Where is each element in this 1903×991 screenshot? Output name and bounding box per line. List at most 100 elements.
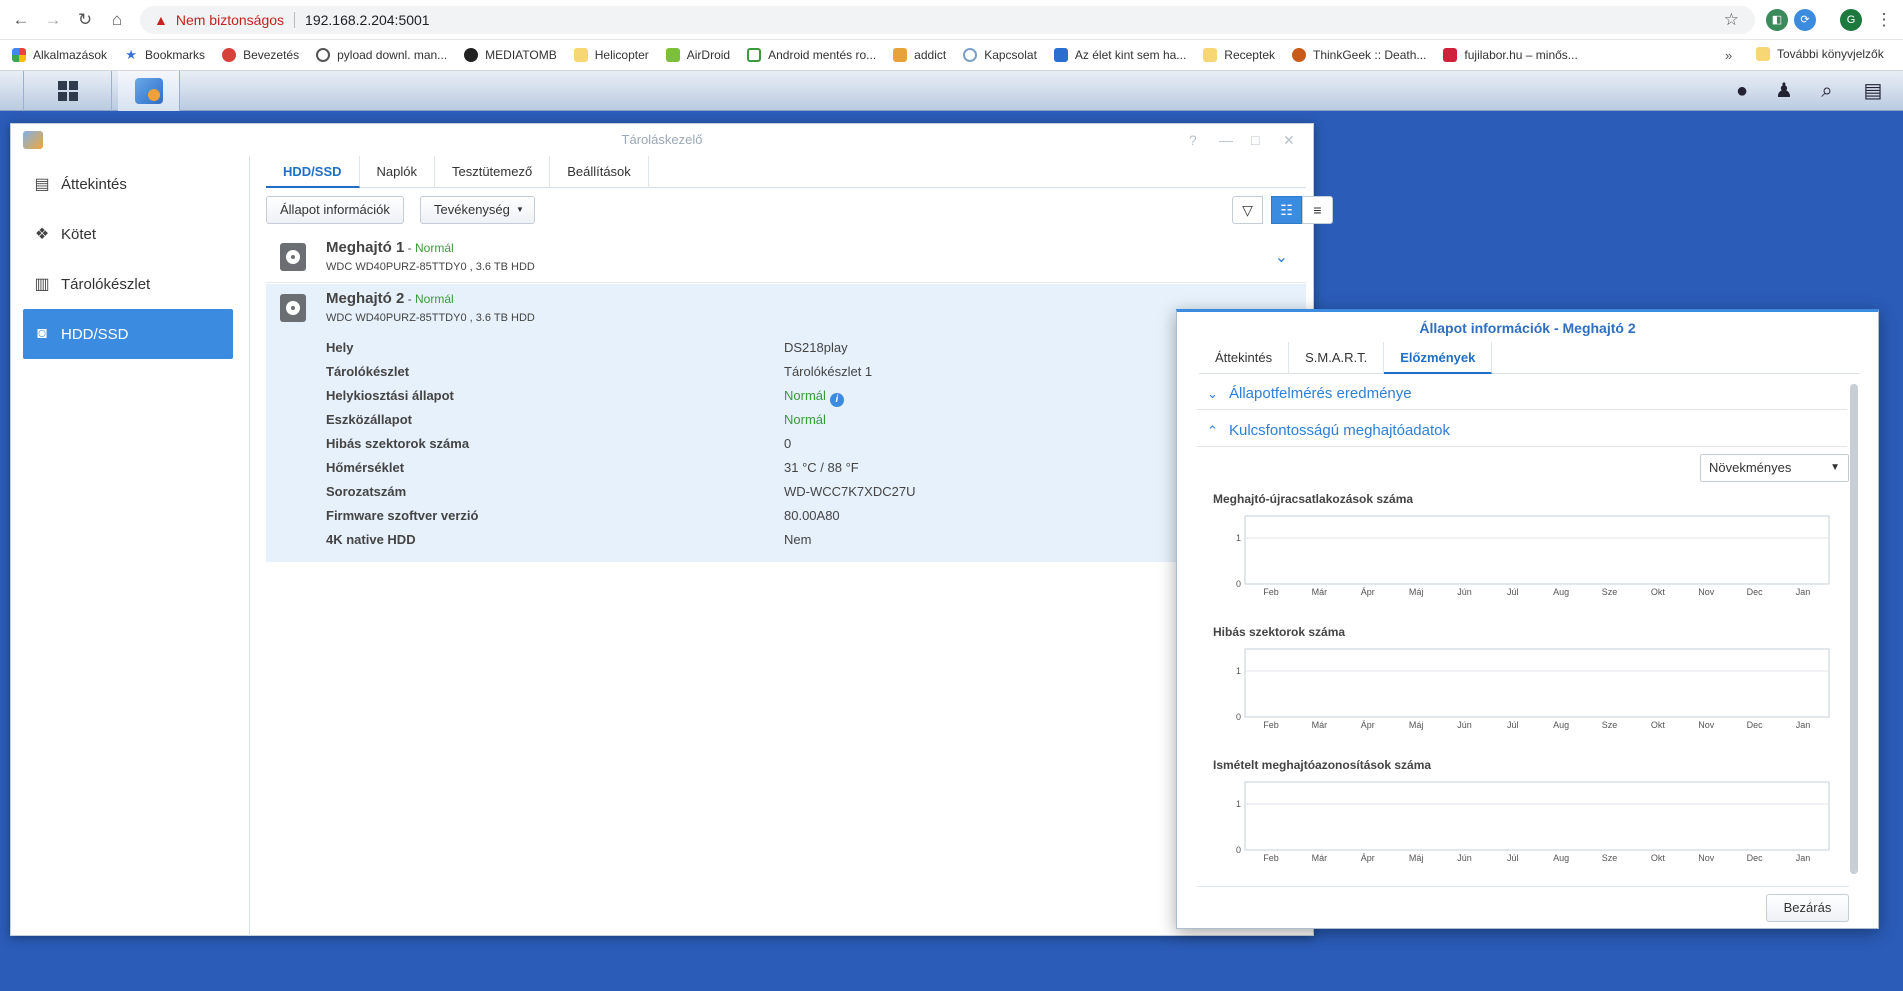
user-icon[interactable]: ♟ [1772, 79, 1796, 103]
tab-smart[interactable]: S.M.A.R.T. [1289, 342, 1385, 374]
detail-key: Tárolókészlet [326, 364, 410, 379]
bookmark-item[interactable]: MEDIATOMB [464, 48, 557, 62]
bookmark-item[interactable]: Android mentés ro... [747, 48, 876, 62]
filter-button[interactable]: ▽ [1232, 196, 1263, 224]
window-titlebar: Tároláskezelő ? — □ ✕ [11, 124, 1313, 156]
section-key-drive-data[interactable]: ⌃ Kulcsfontosságú meghajtóadatok [1197, 415, 1847, 447]
more-bookmarks-icon[interactable]: » [1725, 48, 1732, 63]
widgets-icon[interactable]: ▤ [1861, 79, 1885, 103]
avatar[interactable]: G [1840, 9, 1862, 31]
toolbar: Állapot információk Tevékenység ▼ ▽ ☷ ≡ [266, 196, 1333, 226]
bookmark-item[interactable]: ThinkGeek :: Death... [1292, 48, 1426, 62]
storage-manager-taskbar-button[interactable] [118, 71, 180, 111]
status-info-button[interactable]: Állapot információk [266, 196, 404, 224]
tab-logs[interactable]: Naplók [360, 156, 435, 188]
y-tick-label: 0 [1236, 845, 1241, 855]
x-tick-label: Már [1312, 587, 1328, 597]
bookmark-item[interactable]: Alkalmazások [12, 48, 107, 62]
maximize-icon[interactable]: □ [1251, 124, 1259, 156]
menu-dots-icon[interactable]: ⋮ [1874, 10, 1894, 30]
detail-view-button[interactable]: ☷ [1271, 196, 1302, 224]
x-tick-label: Aug [1553, 720, 1569, 730]
bookmark-item[interactable]: Helicopter [573, 48, 649, 62]
help-icon[interactable]: ? [1189, 124, 1197, 156]
chevron-down-icon[interactable]: ⌄ [1275, 247, 1288, 267]
overview-icon: ▤ [34, 176, 50, 193]
close-button[interactable]: Bezárás [1766, 894, 1849, 922]
bookmark-label: Helicopter [594, 48, 649, 62]
close-icon[interactable]: ✕ [1283, 124, 1295, 156]
bookmark-item[interactable]: addict [893, 48, 946, 62]
detail-list-icon: ☷ [1280, 201, 1293, 218]
drive-row-expanded[interactable]: Meghajtó 2 - Normál WDC WD40PURZ-85TTDY0… [266, 284, 1306, 562]
tab-history[interactable]: Előzmények [1384, 342, 1493, 374]
raspberry-icon [222, 48, 237, 62]
chart-title: Meghajtó-újracsatlakozások száma [1213, 492, 1414, 506]
tab-settings[interactable]: Beállítások [550, 156, 649, 188]
tab-test-scheduler[interactable]: Tesztütemező [435, 156, 551, 188]
security-label[interactable]: Nem biztonságos [176, 12, 284, 28]
reload-icon[interactable]: ↻ [75, 10, 95, 30]
storage-manager-window: Tároláskezelő ? — □ ✕ ▤ Áttekintés ❖ Kötet… [10, 123, 1333, 936]
x-tick-label: Jún [1457, 853, 1472, 863]
bookmark-item[interactable]: Az élet kint sem ha... [1053, 48, 1186, 62]
list-view-button[interactable]: ≡ [1302, 196, 1333, 224]
bookmark-item[interactable]: Bevezetés [222, 48, 299, 62]
x-tick-label: Jún [1457, 720, 1472, 730]
action-button[interactable]: Tevékenység ▼ [420, 196, 535, 224]
info-icon[interactable]: i [829, 393, 844, 407]
tab-hdd-ssd[interactable]: HDD/SSD [266, 156, 360, 188]
window-title: Tároláskezelő [621, 132, 703, 147]
bookmark-item[interactable]: ★ Bookmarks [124, 47, 205, 63]
home-icon[interactable]: ⌂ [107, 10, 127, 30]
storage-manager-icon [23, 131, 43, 149]
dialog-scrollbar[interactable] [1850, 384, 1858, 874]
search-icon[interactable]: ⌕ [1815, 79, 1839, 103]
detail-key: Hibás szektorok száma [326, 436, 470, 451]
minimize-icon[interactable]: — [1219, 124, 1233, 156]
bookmark-item[interactable]: pyload downl. man... [316, 48, 447, 62]
sync-icon[interactable]: ⟳ [1794, 9, 1816, 31]
sidebar-item-storage-pool[interactable]: ▥ Tárolókészlet [23, 259, 233, 309]
chart-title: Ismételt meghajtóazonosítások száma [1213, 758, 1432, 772]
scrollbar-thumb[interactable] [1850, 384, 1858, 874]
bookmark-item[interactable]: AirDroid [665, 48, 730, 62]
other-bookmarks[interactable]: További könyvjelzők [1756, 47, 1884, 61]
back-icon[interactable]: ← [11, 10, 31, 30]
x-tick-label: Sze [1602, 853, 1618, 863]
forward-icon[interactable]: → [43, 10, 63, 30]
sidebar-item-hdd-ssd[interactable]: ◙ HDD/SSD [23, 309, 233, 359]
section-health-result[interactable]: ⌄ Állapotfelmérés eredménye [1197, 378, 1847, 410]
bookmark-item[interactable]: Receptek [1203, 48, 1275, 62]
sidebar-item-overview[interactable]: ▤ Áttekintés [23, 159, 233, 209]
sidebar-item-volume[interactable]: ❖ Kötet [23, 209, 233, 259]
drive-name: Meghajtó 1 [326, 239, 405, 256]
x-tick-label: Nov [1698, 720, 1715, 730]
star-icon: ★ [125, 47, 137, 62]
tab-overview[interactable]: Áttekintés [1199, 342, 1290, 374]
extension-icon[interactable]: ◧ [1766, 9, 1788, 31]
url-text[interactable]: 192.168.2.204:5001 [305, 12, 430, 28]
drive-row[interactable]: Meghajtó 1 - Normál WDC WD40PURZ-85TTDY0… [266, 233, 1306, 283]
browser-toolbar: ← → ↻ ⌂ ▲ Nem biztonságos 192.168.2.204:… [0, 0, 1903, 40]
chat-icon[interactable]: ● [1730, 79, 1754, 103]
drive-name-separator: - [404, 241, 416, 255]
airdroid-icon [665, 48, 680, 62]
fujilabor-icon [1443, 48, 1458, 62]
address-bar[interactable]: ▲ Nem biztonságos 192.168.2.204:5001 ☆ [140, 6, 1755, 34]
mode-select-value: Növekményes [1709, 460, 1792, 475]
mode-select[interactable]: Növekményes ▼ [1700, 454, 1849, 482]
other-bookmarks-label: További könyvjelzők [1777, 47, 1884, 61]
star-icon[interactable]: ☆ [1724, 10, 1739, 30]
chart-plot: 1 0 Feb Már Ápr Máj Jún Júl Aug Sze Okt Nov Dec Jan [1236, 781, 1830, 863]
main-menu-button[interactable] [24, 71, 112, 111]
x-tick-label: Ápr [1361, 720, 1375, 730]
x-tick-label: Okt [1651, 587, 1666, 597]
bookmark-item[interactable]: Kapcsolat [963, 48, 1037, 62]
mediatomb-icon [464, 48, 479, 62]
x-tick-label: Nov [1698, 853, 1715, 863]
sidebar-item-label: Áttekintés [61, 175, 127, 193]
chevron-up-icon: ⌃ [1207, 423, 1218, 438]
y-tick-label: 0 [1236, 579, 1241, 589]
bookmark-item[interactable]: fujilabor.hu – minős... [1443, 48, 1578, 62]
